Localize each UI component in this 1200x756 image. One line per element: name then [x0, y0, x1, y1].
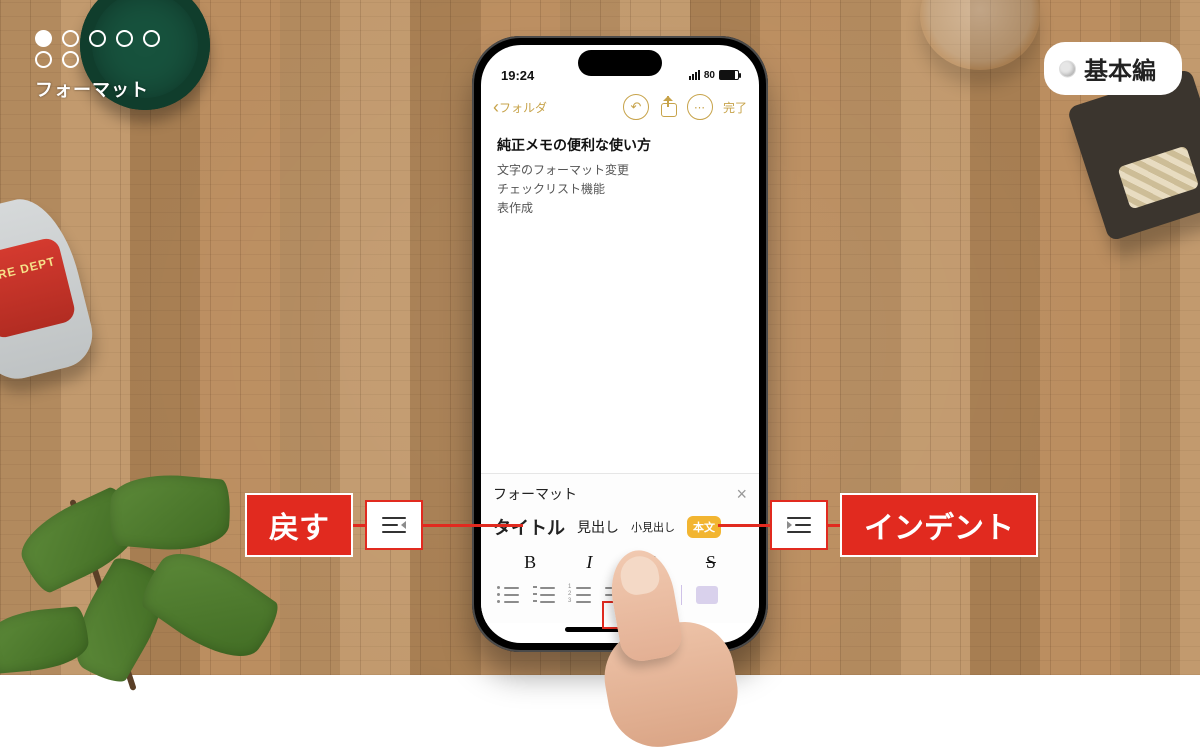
progress-dot-4 [116, 30, 133, 47]
callout-outdent-label: 戻す [245, 493, 353, 557]
callout-outdent-chip [365, 500, 423, 550]
callout-indent: インデント [718, 493, 1038, 557]
prop-glass [920, 0, 1040, 70]
note-body[interactable]: 純正メモの便利な使い方 文字のフォーマット変更 チェックリスト機能 表作成 [481, 125, 759, 473]
prop-toy-car [0, 189, 100, 385]
battery-pct: 80 [704, 70, 715, 81]
progress-dot-6 [35, 51, 52, 68]
progress-indicator: フォーマット [35, 30, 160, 102]
note-line: 文字のフォーマット変更 [497, 161, 743, 178]
done-button[interactable]: 完了 [723, 99, 747, 116]
nav-bar: ‹ フォルダ ↶ ⋯ 完了 [481, 89, 759, 125]
user-finger [575, 535, 751, 719]
share-button[interactable] [655, 94, 681, 120]
more-button[interactable]: ⋯ [687, 94, 713, 120]
note-title: 純正メモの便利な使い方 [497, 135, 743, 155]
callout-indent-chip [770, 500, 828, 550]
back-button[interactable]: ‹ フォルダ [493, 98, 547, 116]
signal-icon [689, 70, 700, 80]
chapter-badge-text: 基本編 [1084, 51, 1156, 86]
dynamic-island [578, 50, 662, 76]
battery-icon [719, 70, 739, 80]
bulleted-list-icon[interactable] [497, 586, 519, 604]
note-line: チェックリスト機能 [497, 180, 743, 197]
chapter-badge: 基本編 [1044, 42, 1182, 95]
prop-leaves [0, 435, 310, 705]
progress-dot-3 [89, 30, 106, 47]
progress-dot-2 [62, 30, 79, 47]
section-label: フォーマット [35, 76, 160, 102]
dashed-list-icon[interactable] [533, 586, 555, 604]
paragraph-style-row: タイトル 見出し 小見出し 本文 [493, 514, 747, 540]
style-heading[interactable]: 見出し [577, 517, 619, 537]
desk-scene: フォーマット 基本編 19:24 80 ‹ フォルダ ↶ [0, 0, 1200, 675]
undo-button[interactable]: ↶ [623, 94, 649, 120]
style-subheading[interactable]: 小見出し [631, 519, 675, 535]
bold-button[interactable]: B [524, 552, 536, 573]
callout-outdent: 戻す [245, 493, 523, 557]
callout-indent-label: インデント [840, 493, 1038, 557]
progress-dot-7 [62, 51, 79, 68]
note-line: 表作成 [497, 199, 743, 216]
progress-dot-5 [143, 30, 160, 47]
style-body[interactable]: 本文 [687, 516, 721, 538]
progress-dot-1 [35, 30, 52, 47]
status-time: 19:24 [501, 68, 534, 83]
back-label: フォルダ [499, 99, 547, 116]
